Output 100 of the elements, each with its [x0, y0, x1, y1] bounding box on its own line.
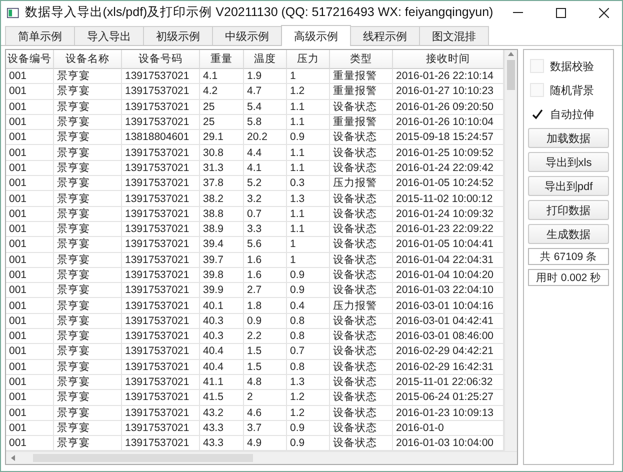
table-cell: 13917537021 — [122, 329, 200, 344]
action-button[interactable]: 生成数据 — [528, 224, 609, 244]
status-label: 用时 0.002 秒 — [528, 269, 609, 286]
table-cell: 1.1 — [287, 206, 330, 222]
table-cell: 设备状态 — [330, 237, 393, 253]
table-cell: 1 — [287, 237, 330, 253]
column-header[interactable]: 设备号码 — [122, 50, 200, 69]
checkbox-label: 数据校验 — [550, 60, 594, 74]
table-cell: 景亨宴 — [54, 283, 122, 298]
column-header[interactable]: 类型 — [330, 50, 393, 69]
checkbox[interactable] — [530, 83, 544, 97]
tab[interactable]: 导入导出 — [74, 26, 144, 45]
scroll-up-icon[interactable] — [507, 50, 515, 58]
table-cell: 设备状态 — [330, 329, 393, 344]
table-cell: 1.1 — [287, 114, 330, 130]
table-cell: 13917537021 — [122, 160, 200, 176]
status-label: 共 67109 条 — [528, 248, 609, 265]
table-cell: 20.2 — [244, 130, 287, 146]
table-cell: 25 — [200, 114, 244, 130]
tab[interactable]: 高级示例 — [281, 25, 351, 46]
tab[interactable]: 线程示例 — [350, 26, 420, 45]
table-cell: 设备状态 — [330, 130, 393, 146]
table-cell: 景亨宴 — [54, 191, 122, 207]
table-cell: 景亨宴 — [54, 206, 122, 222]
table-cell: 13917537021 — [122, 252, 200, 268]
table-cell: 001 — [6, 130, 54, 146]
table-cell: 0.4 — [287, 298, 330, 314]
scroll-left-icon[interactable] — [9, 454, 17, 462]
table-cell: 设备状态 — [330, 100, 393, 115]
table-cell: 13917537021 — [122, 222, 200, 238]
vertical-scrollbar[interactable] — [504, 50, 517, 451]
table-cell: 景亨宴 — [54, 100, 122, 115]
window-title: 数据导入导出(xls/pdf)及打印示例 V20211130 (QQ: 517216493 WX: feiyangqingyun) — [24, 4, 494, 21]
table-cell: 5.8 — [244, 114, 287, 130]
table-cell: 13917537021 — [122, 420, 200, 436]
table-cell: 3.7 — [244, 420, 287, 436]
close-icon[interactable] — [598, 8, 609, 18]
table-cell: 设备状态 — [330, 145, 393, 161]
table-cell: 1.9 — [244, 69, 287, 84]
table-cell: 重量报警 — [330, 69, 393, 84]
table-cell: 40.3 — [200, 314, 244, 330]
table-cell: 1.1 — [287, 145, 330, 161]
table-cell: 4.2 — [200, 84, 244, 100]
table-cell: 设备状态 — [330, 191, 393, 207]
table-cell: 1.6 — [244, 268, 287, 284]
table-cell: 景亨宴 — [54, 84, 122, 100]
table-cell: 3.2 — [244, 191, 287, 207]
table-cell: 2.2 — [244, 329, 287, 344]
table-cell: 景亨宴 — [54, 406, 122, 421]
column-header[interactable]: 设备编号 — [6, 50, 54, 69]
table-cell: 景亨宴 — [54, 252, 122, 268]
table-cell: 001 — [6, 100, 54, 115]
table-cell: 1.3 — [287, 374, 330, 390]
action-button[interactable]: 加载数据 — [528, 128, 609, 148]
table-cell: 景亨宴 — [54, 298, 122, 314]
tab[interactable]: 中级示例 — [212, 26, 282, 45]
table-cell: 0.9 — [287, 268, 330, 284]
table-cell: 0.9 — [287, 420, 330, 436]
table-cell: 001 — [6, 406, 54, 421]
action-button[interactable]: 打印数据 — [528, 200, 609, 220]
column-header[interactable]: 设备名称 — [54, 50, 122, 69]
table-cell: 设备状态 — [330, 344, 393, 360]
table-cell: 001 — [6, 374, 54, 390]
action-button[interactable]: 导出到xls — [528, 152, 609, 172]
checkbox[interactable] — [530, 59, 544, 73]
table-cell: 1.2 — [287, 390, 330, 406]
table-cell: 13917537021 — [122, 84, 200, 100]
column-header[interactable]: 压力 — [287, 50, 330, 69]
table-cell: 景亨宴 — [54, 374, 122, 390]
action-button[interactable]: 导出到pdf — [528, 176, 609, 196]
tab[interactable]: 简单示例 — [5, 26, 75, 45]
table-cell: 13917537021 — [122, 390, 200, 406]
table-cell: 1.2 — [287, 84, 330, 100]
table-cell: 001 — [6, 176, 54, 192]
table-cell: 景亨宴 — [54, 329, 122, 344]
table-cell: 13917537021 — [122, 191, 200, 207]
table-cell: 4.7 — [244, 84, 287, 100]
column-header[interactable]: 接收时间 — [393, 50, 504, 69]
checkbox-label: 随机背景 — [550, 84, 594, 98]
table-cell: 001 — [6, 420, 54, 436]
table-cell: 25 — [200, 100, 244, 115]
table-cell: 001 — [6, 390, 54, 406]
horizontal-scrollbar[interactable] — [6, 451, 517, 464]
table-cell: 13917537021 — [122, 344, 200, 360]
table-cell: 1.6 — [244, 252, 287, 268]
tab[interactable]: 初级示例 — [143, 26, 213, 45]
table-cell: 001 — [6, 344, 54, 360]
tab[interactable]: 图文混排 — [419, 26, 489, 45]
scroll-thumb[interactable] — [507, 60, 515, 90]
table-cell: 1.5 — [244, 360, 287, 375]
table-cell: 38.9 — [200, 222, 244, 238]
maximize-icon[interactable] — [556, 8, 566, 18]
table-cell: 5.2 — [244, 176, 287, 192]
table-cell: 0.8 — [287, 360, 330, 375]
checkbox[interactable] — [530, 107, 544, 121]
column-header[interactable]: 温度 — [244, 50, 287, 69]
app-icon — [7, 6, 19, 18]
minimize-icon[interactable] — [512, 12, 523, 14]
table-cell: 2.7 — [244, 283, 287, 298]
column-header[interactable]: 重量 — [200, 50, 244, 69]
